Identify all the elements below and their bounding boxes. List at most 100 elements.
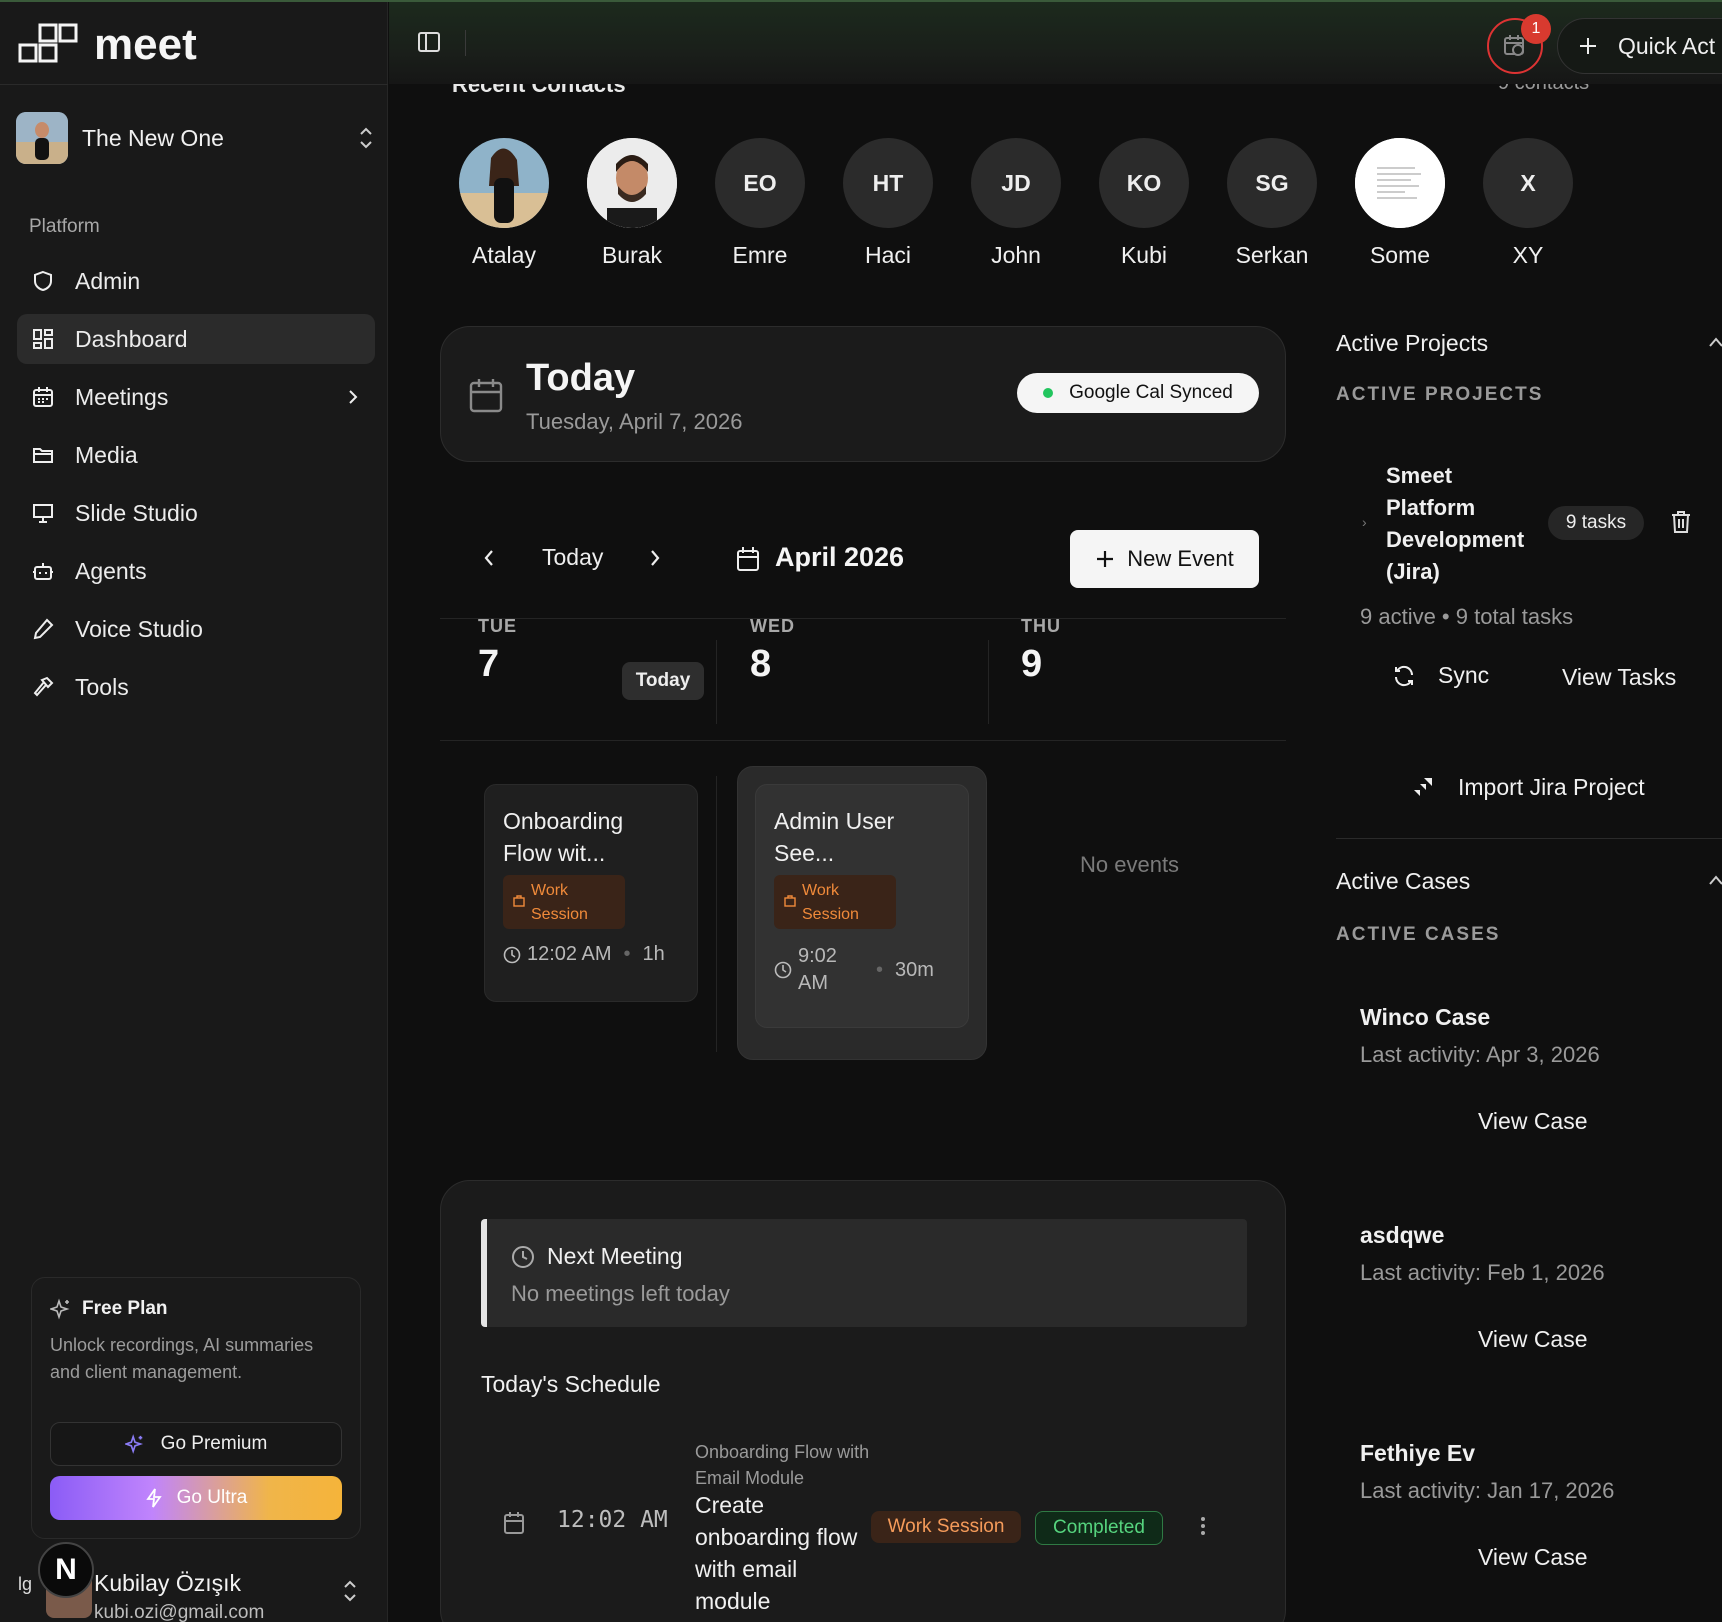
- view-case-button[interactable]: View Case: [1478, 1326, 1588, 1353]
- event-card[interactable]: Admin User See... Work Session 9:02 AM •…: [755, 784, 969, 1028]
- contact-emre[interactable]: EO Emre: [696, 138, 824, 269]
- event-time: 12:02 AM • 1h: [503, 943, 665, 966]
- go-ultra-button[interactable]: Go Ultra: [50, 1476, 342, 1520]
- chevron-up-icon[interactable]: [1708, 336, 1722, 348]
- chevron-up-icon[interactable]: [1708, 874, 1722, 886]
- sidebar-item-label: Agents: [75, 557, 147, 584]
- presentation-icon: [31, 501, 55, 525]
- chevron-right-icon[interactable]: [648, 548, 662, 568]
- next-meeting-subtitle: No meetings left today: [511, 1281, 730, 1306]
- day-number: 9: [1021, 643, 1043, 685]
- jira-icon: [1414, 777, 1432, 796]
- go-premium-button[interactable]: Go Premium: [50, 1422, 342, 1466]
- sync-label: Google Cal Synced: [1069, 382, 1233, 403]
- sidebar-item-tools[interactable]: Tools: [17, 662, 375, 712]
- sidebar-item-label: Slide Studio: [75, 499, 198, 526]
- contact-some[interactable]: Some: [1336, 138, 1464, 269]
- google-cal-synced-badge[interactable]: Google Cal Synced: [1017, 373, 1259, 413]
- import-jira-project-button[interactable]: Import Jira Project: [1410, 774, 1645, 801]
- briefcase-icon: [513, 895, 525, 907]
- logo-squares-icon: [18, 23, 78, 63]
- dashboard-icon: [31, 327, 55, 351]
- chevron-right-icon[interactable]: ›: [1362, 514, 1367, 530]
- bot-icon: [31, 559, 55, 583]
- sidebar-item-voice-studio[interactable]: Voice Studio: [17, 604, 375, 654]
- sidebar-item-dashboard[interactable]: Dashboard: [17, 314, 375, 364]
- sidebar-item-admin[interactable]: Admin: [17, 256, 375, 306]
- sidebar-item-agents[interactable]: Agents: [17, 546, 375, 596]
- calendar-notification-button[interactable]: 1: [1487, 14, 1551, 74]
- case-name[interactable]: Winco Case: [1360, 1004, 1490, 1031]
- view-tasks-button[interactable]: View Tasks: [1562, 664, 1676, 691]
- contact-haci[interactable]: HT Haci: [824, 138, 952, 269]
- user-email: kubi.ozi@gmail.com: [94, 1602, 265, 1622]
- event-duration: 1h: [642, 943, 665, 965]
- case-name[interactable]: Fethiye Ev: [1360, 1440, 1475, 1467]
- app-logo[interactable]: meet: [18, 20, 197, 70]
- chevron-left-icon[interactable]: [482, 548, 496, 568]
- case-name[interactable]: asdqwe: [1360, 1222, 1444, 1249]
- contact-serkan[interactable]: SG Serkan: [1208, 138, 1336, 269]
- event-card[interactable]: Onboarding Flow wit... Work Session 12:0…: [484, 784, 698, 1002]
- status-dot: [1043, 388, 1054, 398]
- calendar-icon: [504, 1512, 524, 1534]
- more-vertical-icon[interactable]: [1199, 1515, 1207, 1537]
- user-menu[interactable]: lg N Kubilay Özışık kubi.ozi@gmail.com: [10, 1542, 380, 1622]
- day-column-tue[interactable]: TUE 7: [478, 616, 517, 726]
- contact-initials: EO: [715, 138, 805, 228]
- chevrons-up-down-icon: [360, 127, 372, 149]
- plus-icon: [1580, 38, 1596, 54]
- sidebar-item-label: Media: [75, 441, 138, 468]
- case-last-activity: Last activity: Apr 3, 2026: [1360, 1042, 1600, 1067]
- sidebar-item-media[interactable]: Media: [17, 430, 375, 480]
- trash-icon[interactable]: [1670, 510, 1692, 534]
- go-premium-label: Go Premium: [160, 1433, 268, 1454]
- sidebar: meet The New One Platform Admin Dashboar…: [0, 2, 388, 1622]
- contact-name: Burak: [601, 242, 663, 268]
- notification-badge: 1: [1521, 14, 1551, 44]
- sync-button[interactable]: Sync: [1392, 662, 1489, 689]
- header-separator: [465, 30, 466, 56]
- day-column-thu[interactable]: THU 9: [1021, 616, 1061, 726]
- contact-initials: KO: [1099, 138, 1189, 228]
- language-indicator: lg: [18, 1574, 33, 1594]
- today-button[interactable]: Today: [542, 544, 603, 571]
- sidebar-toggle-icon[interactable]: [417, 30, 441, 54]
- active-projects-heading[interactable]: Active Projects: [1336, 330, 1488, 357]
- project-name[interactable]: Smeet Platform Development (Jira): [1386, 460, 1546, 588]
- sidebar-item-label: Dashboard: [75, 325, 188, 352]
- sidebar-item-slide-studio[interactable]: Slide Studio: [17, 488, 375, 538]
- calendar-icon: [469, 379, 503, 413]
- contact-atalay[interactable]: Atalay: [440, 138, 568, 269]
- no-events-text: No events: [1080, 852, 1180, 877]
- next-meeting-label: Next Meeting: [547, 1243, 683, 1269]
- clock-icon: [503, 946, 521, 963]
- contact-john[interactable]: JD John: [952, 138, 1080, 269]
- contact-kubi[interactable]: KO Kubi: [1080, 138, 1208, 269]
- workspace-avatar: [16, 112, 68, 164]
- view-case-button[interactable]: View Case: [1478, 1544, 1588, 1571]
- contact-name: John: [991, 242, 1041, 268]
- sidebar-nav: Admin Dashboard Meetings Media Slide Stu…: [17, 256, 375, 720]
- plan-card: Free Plan Unlock recordings, AI summarie…: [31, 1277, 361, 1539]
- active-cases-heading[interactable]: Active Cases: [1336, 868, 1470, 895]
- quick-action-button[interactable]: Quick Act: [1557, 18, 1722, 74]
- pen-icon: [31, 617, 55, 641]
- sidebar-item-meetings[interactable]: Meetings: [17, 372, 375, 422]
- view-case-button[interactable]: View Case: [1478, 1108, 1588, 1135]
- chevrons-up-down-icon: [344, 1580, 356, 1602]
- calendar-nav: Today April 2026 New Event: [440, 530, 1286, 588]
- schedule-subtitle: Onboarding Flow with Email Module: [695, 1442, 870, 1488]
- n-badge-icon[interactable]: N: [38, 1542, 94, 1598]
- day-separator: [716, 776, 717, 1052]
- workspace-switcher[interactable]: The New One: [16, 110, 376, 166]
- contact-burak[interactable]: Burak: [568, 138, 696, 269]
- contact-initials: HT: [843, 138, 933, 228]
- tag-label: Work Session: [802, 882, 859, 923]
- tag-label: Work Session: [531, 882, 588, 923]
- new-event-button[interactable]: New Event: [1070, 530, 1259, 588]
- top-header: 1 Quick Act: [389, 2, 1722, 84]
- day-column-wed[interactable]: WED 8: [750, 616, 795, 726]
- event-title: Admin User See...: [774, 808, 895, 866]
- contact-xy[interactable]: X XY: [1464, 138, 1592, 269]
